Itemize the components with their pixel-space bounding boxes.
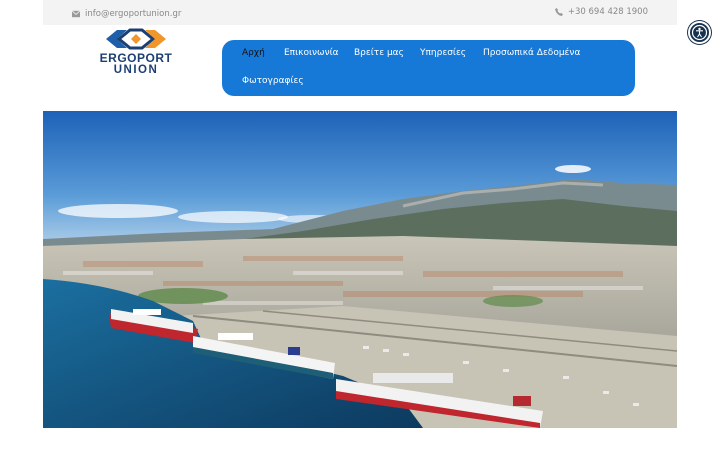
nav-item-photos[interactable]: Φωτογραφίες [242, 76, 304, 86]
top-info-bar: info@ergoportunion.gr +30 694 428 1900 [43, 0, 677, 25]
contact-phone[interactable]: +30 694 428 1900 [554, 6, 648, 18]
site-logo[interactable]: ERGOPORT UNION [86, 28, 186, 76]
logo-text-line2: UNION [113, 64, 159, 76]
accessibility-button[interactable] [688, 21, 711, 44]
nav-item-services[interactable]: Υπηρεσίες [420, 48, 466, 58]
phone-icon [554, 8, 563, 16]
hero-image [43, 111, 677, 428]
contact-email[interactable]: info@ergoportunion.gr [72, 8, 181, 20]
nav-item-privacy[interactable]: Προσωπικά Δεδομένα [483, 48, 580, 58]
email-text: info@ergoportunion.gr [85, 9, 182, 19]
accessibility-icon [691, 24, 708, 41]
main-navigation: Αρχή Επικοινωνία Βρείτε μας Υπηρεσίες Πρ… [222, 40, 635, 96]
nav-item-contact[interactable]: Επικοινωνία [284, 48, 339, 58]
envelope-icon [72, 10, 80, 18]
logo-mark-icon [106, 28, 166, 50]
nav-item-find-us[interactable]: Βρείτε μας [354, 48, 404, 58]
logo-text-line1: ERGOPORT [99, 51, 173, 65]
nav-item-home[interactable]: Αρχή [242, 48, 265, 58]
aerial-port-photo-icon [43, 111, 677, 428]
phone-text: +30 694 428 1900 [567, 7, 648, 17]
